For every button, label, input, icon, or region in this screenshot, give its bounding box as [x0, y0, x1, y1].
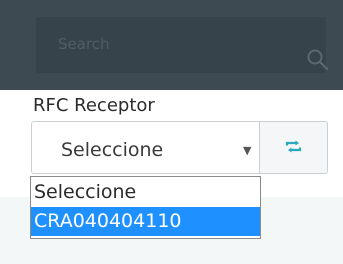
search-icon[interactable] [306, 48, 330, 72]
dropdown-caret-icon: ▼ [243, 144, 252, 157]
rfc-receptor-select[interactable]: Seleccione ▼ [31, 121, 260, 174]
search-input[interactable]: Search [36, 17, 329, 73]
refresh-button[interactable] [260, 121, 328, 174]
search-placeholder: Search [58, 35, 110, 53]
top-navbar: Search [0, 0, 343, 90]
refresh-icon [285, 140, 302, 153]
dropdown-option-seleccione[interactable]: Seleccione [31, 178, 260, 207]
select-selected-value: Seleccione [61, 139, 164, 161]
rfc-receptor-label: RFC Receptor [33, 95, 155, 116]
rfc-receptor-dropdown-list: Seleccione CRA040404110 [30, 176, 261, 239]
dropdown-option-cra040404110[interactable]: CRA040404110 [31, 207, 260, 236]
